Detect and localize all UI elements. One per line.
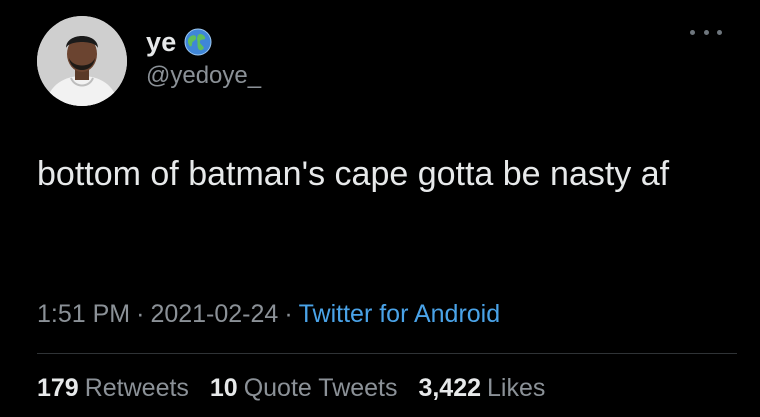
tweet-meta: 1:51 PM · 2021-02-24 · Twitter for Android bbox=[37, 300, 500, 329]
likes-stat[interactable]: 3,422 Likes bbox=[418, 374, 545, 402]
tweet-date[interactable]: 2021-02-24 bbox=[150, 300, 278, 328]
avatar-image bbox=[37, 16, 127, 106]
retweets-count: 179 bbox=[37, 374, 79, 402]
quote-tweets-label: Quote Tweets bbox=[243, 374, 398, 402]
quote-tweets-count: 10 bbox=[209, 374, 238, 402]
tweet-stats: 179 Retweets 10 Quote Tweets 3,422 Likes bbox=[37, 374, 559, 403]
tweet-time[interactable]: 1:51 PM bbox=[37, 300, 130, 328]
tweet-text: bottom of batman's cape gotta be nasty a… bbox=[37, 155, 670, 193]
divider bbox=[37, 353, 737, 354]
retweets-stat[interactable]: 179 Retweets bbox=[37, 374, 196, 402]
globe-icon bbox=[184, 28, 212, 56]
author-display-name[interactable]: ye bbox=[146, 27, 176, 58]
meta-separator: · bbox=[284, 300, 293, 328]
likes-label: Likes bbox=[487, 374, 546, 402]
tweet-source-link[interactable]: Twitter for Android bbox=[299, 300, 500, 328]
meta-separator: · bbox=[136, 300, 145, 328]
tweet-card: ye @yedoye_ bottom of batman's cape gott… bbox=[0, 0, 760, 417]
retweets-label: Retweets bbox=[84, 374, 189, 402]
quote-tweets-stat[interactable]: 10 Quote Tweets bbox=[210, 374, 405, 402]
likes-count: 3,422 bbox=[418, 374, 482, 402]
author-handle[interactable]: @yedoye_ bbox=[146, 62, 261, 90]
avatar[interactable] bbox=[37, 16, 127, 106]
more-horizontal-icon[interactable] bbox=[690, 22, 722, 42]
author-name-row: ye bbox=[146, 24, 212, 60]
